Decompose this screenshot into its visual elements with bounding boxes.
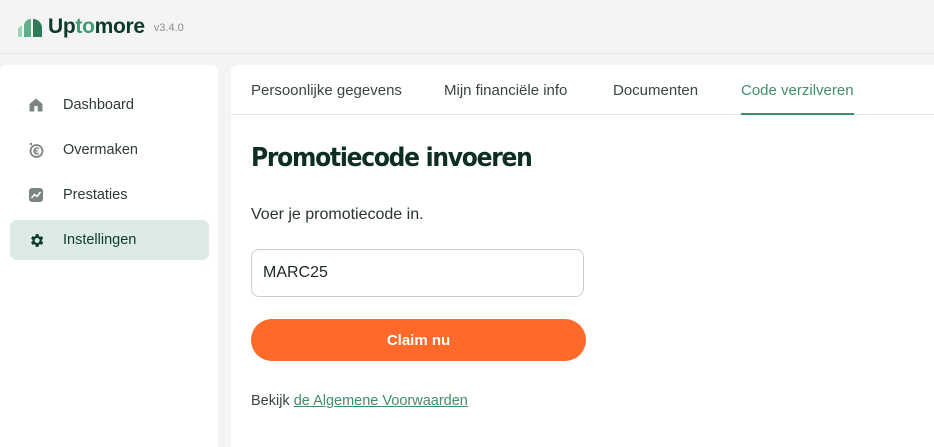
home-icon: [27, 96, 45, 114]
logo-text-accent: to: [75, 14, 95, 38]
sidebar-item-prestaties[interactable]: Prestaties: [10, 175, 209, 215]
tab-financiele-info[interactable]: Mijn financiële info: [444, 65, 567, 114]
page-title: Promotiecode invoeren: [251, 143, 533, 173]
sidebar-item-label: Instellingen: [63, 232, 137, 248]
tab-documenten[interactable]: Documenten: [613, 65, 698, 114]
gear-icon: [27, 231, 45, 249]
chart-icon: [27, 186, 45, 204]
main-panel: Persoonlijke gegevens Mijn financiële in…: [231, 65, 934, 447]
logo-text: Uptomore: [48, 15, 145, 39]
top-bar: Uptomore v3.4.0: [0, 0, 934, 54]
tab-code-verzilveren[interactable]: Code verzilveren: [741, 65, 854, 115]
sidebar-item-instellingen[interactable]: Instellingen: [10, 220, 209, 260]
logo-text-suffix: more: [94, 14, 145, 38]
tab-persoonlijke-gegevens[interactable]: Persoonlijke gegevens: [251, 65, 402, 114]
terms-link[interactable]: de Algemene Voorwaarden: [294, 393, 468, 409]
tab-bar: Persoonlijke gegevens Mijn financiële in…: [231, 65, 934, 115]
logo-mark-icon: [18, 18, 42, 37]
logo[interactable]: Uptomore v3.4.0: [16, 15, 184, 39]
euro-transfer-icon: [27, 141, 45, 159]
sidebar-item-overmaken[interactable]: Overmaken: [10, 130, 209, 170]
sidebar: Dashboard Overmaken Prestaties Instellin…: [0, 65, 218, 447]
terms-line: Bekijk de Algemene Voorwaarden: [251, 393, 468, 409]
claim-button[interactable]: Claim nu: [251, 319, 586, 361]
sidebar-item-dashboard[interactable]: Dashboard: [10, 85, 209, 125]
terms-prefix: Bekijk: [251, 393, 290, 409]
sidebar-item-label: Prestaties: [63, 187, 128, 203]
version-label: v3.4.0: [153, 21, 184, 34]
page-subtitle: Voer je promotiecode in.: [251, 206, 424, 223]
sidebar-item-label: Dashboard: [63, 97, 134, 113]
logo-text-prefix: Up: [48, 14, 76, 38]
promo-code-input[interactable]: [251, 249, 584, 297]
sidebar-item-label: Overmaken: [63, 142, 138, 158]
